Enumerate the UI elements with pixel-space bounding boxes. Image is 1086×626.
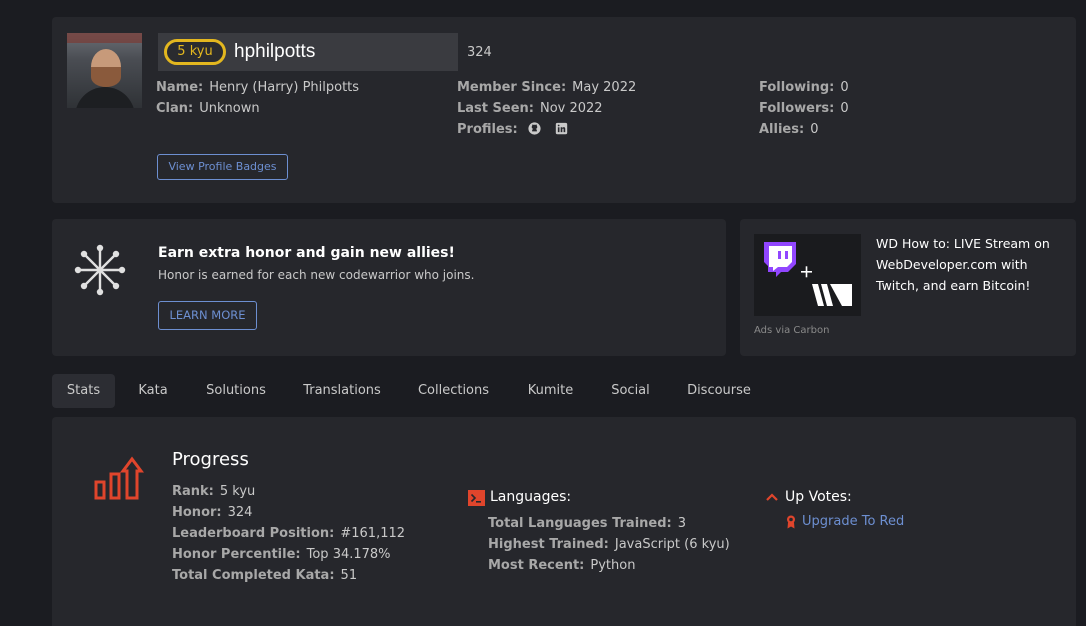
info-row-profiles: Profiles: [457, 119, 636, 140]
tab-translations[interactable]: Translations [296, 374, 388, 408]
learn-more-button[interactable]: LEARN MORE [158, 301, 257, 330]
honor-promo-title: Earn extra honor and gain new allies! [158, 245, 455, 261]
avatar[interactable] [67, 33, 142, 108]
tab-social[interactable]: Social [604, 374, 657, 408]
terminal-icon [468, 490, 485, 506]
info-row-following: Following: 0 [759, 80, 849, 95]
view-profile-badges-button[interactable]: View Profile Badges [157, 154, 288, 180]
network-icon [74, 244, 126, 296]
languages-row-recent: Most Recent: Python [488, 558, 636, 573]
tab-kumite[interactable]: Kumite [520, 374, 581, 408]
tab-kata[interactable]: Kata [128, 374, 178, 408]
info-row-last-seen: Last Seen: Nov 2022 [457, 101, 603, 116]
upvotes-title: Up Votes: [785, 489, 852, 505]
ad-image[interactable] [754, 234, 861, 316]
progress-row-percentile: Honor Percentile: Top 34.178% [172, 547, 391, 562]
username-banner-tip [438, 33, 452, 71]
ribbon-icon [787, 515, 795, 529]
languages-row-total: Total Languages Trained: 3 [488, 516, 687, 531]
honor-promo-subtitle: Honor is earned for each new codewarrior… [158, 268, 475, 282]
rank-badge: 5 kyu [164, 39, 226, 65]
languages-row-highest: Highest Trained: JavaScript (6 kyu) [488, 537, 730, 552]
tab-solutions[interactable]: Solutions [198, 374, 274, 408]
honor-promo-panel: Earn extra honor and gain new allies! Ho… [52, 219, 726, 356]
info-row-followers: Followers: 0 [759, 101, 849, 116]
twitch-icon [764, 242, 796, 277]
info-row-allies: Allies: 0 [759, 122, 819, 137]
stats-panel: Progress Rank: 5 kyu Honor: 324 Leaderboar… [52, 417, 1076, 626]
progress-row-completed: Total Completed Kata: 51 [172, 568, 358, 583]
info-row-clan: Clan: Unknown [156, 101, 260, 116]
progress-row-leaderboard: Leaderboard Position: #161,112 [172, 526, 406, 541]
webdeveloper-logo-icon [812, 284, 852, 306]
ad-text[interactable]: WD How to: LIVE Stream on WebDeveloper.c… [876, 233, 1066, 296]
upgrade-to-red-link[interactable]: Upgrade To Red [802, 514, 904, 529]
ads-via-carbon[interactable]: Ads via Carbon [754, 325, 829, 336]
profile-info-col-3: Following: 0 Followers: 0 Allies: 0 [759, 77, 849, 140]
ad-panel: WD How to: LIVE Stream on WebDeveloper.c… [740, 219, 1076, 356]
tab-discourse[interactable]: Discourse [680, 374, 758, 408]
progress-list: Rank: 5 kyu Honor: 324 Leaderboard Positio… [172, 481, 405, 586]
progress-row-honor: Honor: 324 [172, 505, 253, 520]
honor-count: 324 [467, 45, 492, 60]
languages-list: Total Languages Trained: 3 Highest Traine… [488, 513, 730, 576]
tab-collections[interactable]: Collections [410, 374, 497, 408]
profile-info-col-2: Member Since: May 2022 Last Seen: Nov 2022… [457, 77, 636, 140]
profile-panel: 5 kyu hphilpotts 324 Name: Henry (Harry) … [52, 17, 1076, 203]
languages-title: Languages: [490, 489, 572, 505]
chevron-up-icon [766, 493, 778, 501]
info-row-name: Name: Henry (Harry) Philpotts [156, 80, 360, 95]
info-row-member-since: Member Since: May 2022 [457, 80, 637, 95]
profile-info-col-1: Name: Henry (Harry) Philpotts Clan: Unknow… [156, 77, 359, 119]
linkedin-icon[interactable] [555, 122, 568, 135]
progress-chart-icon [94, 456, 144, 500]
progress-title: Progress [172, 449, 249, 470]
github-icon[interactable] [528, 122, 541, 135]
tab-stats[interactable]: Stats [52, 374, 115, 408]
progress-row-rank: Rank: 5 kyu [172, 484, 256, 499]
username: hphilpotts [234, 41, 316, 62]
plus-icon [801, 266, 812, 278]
